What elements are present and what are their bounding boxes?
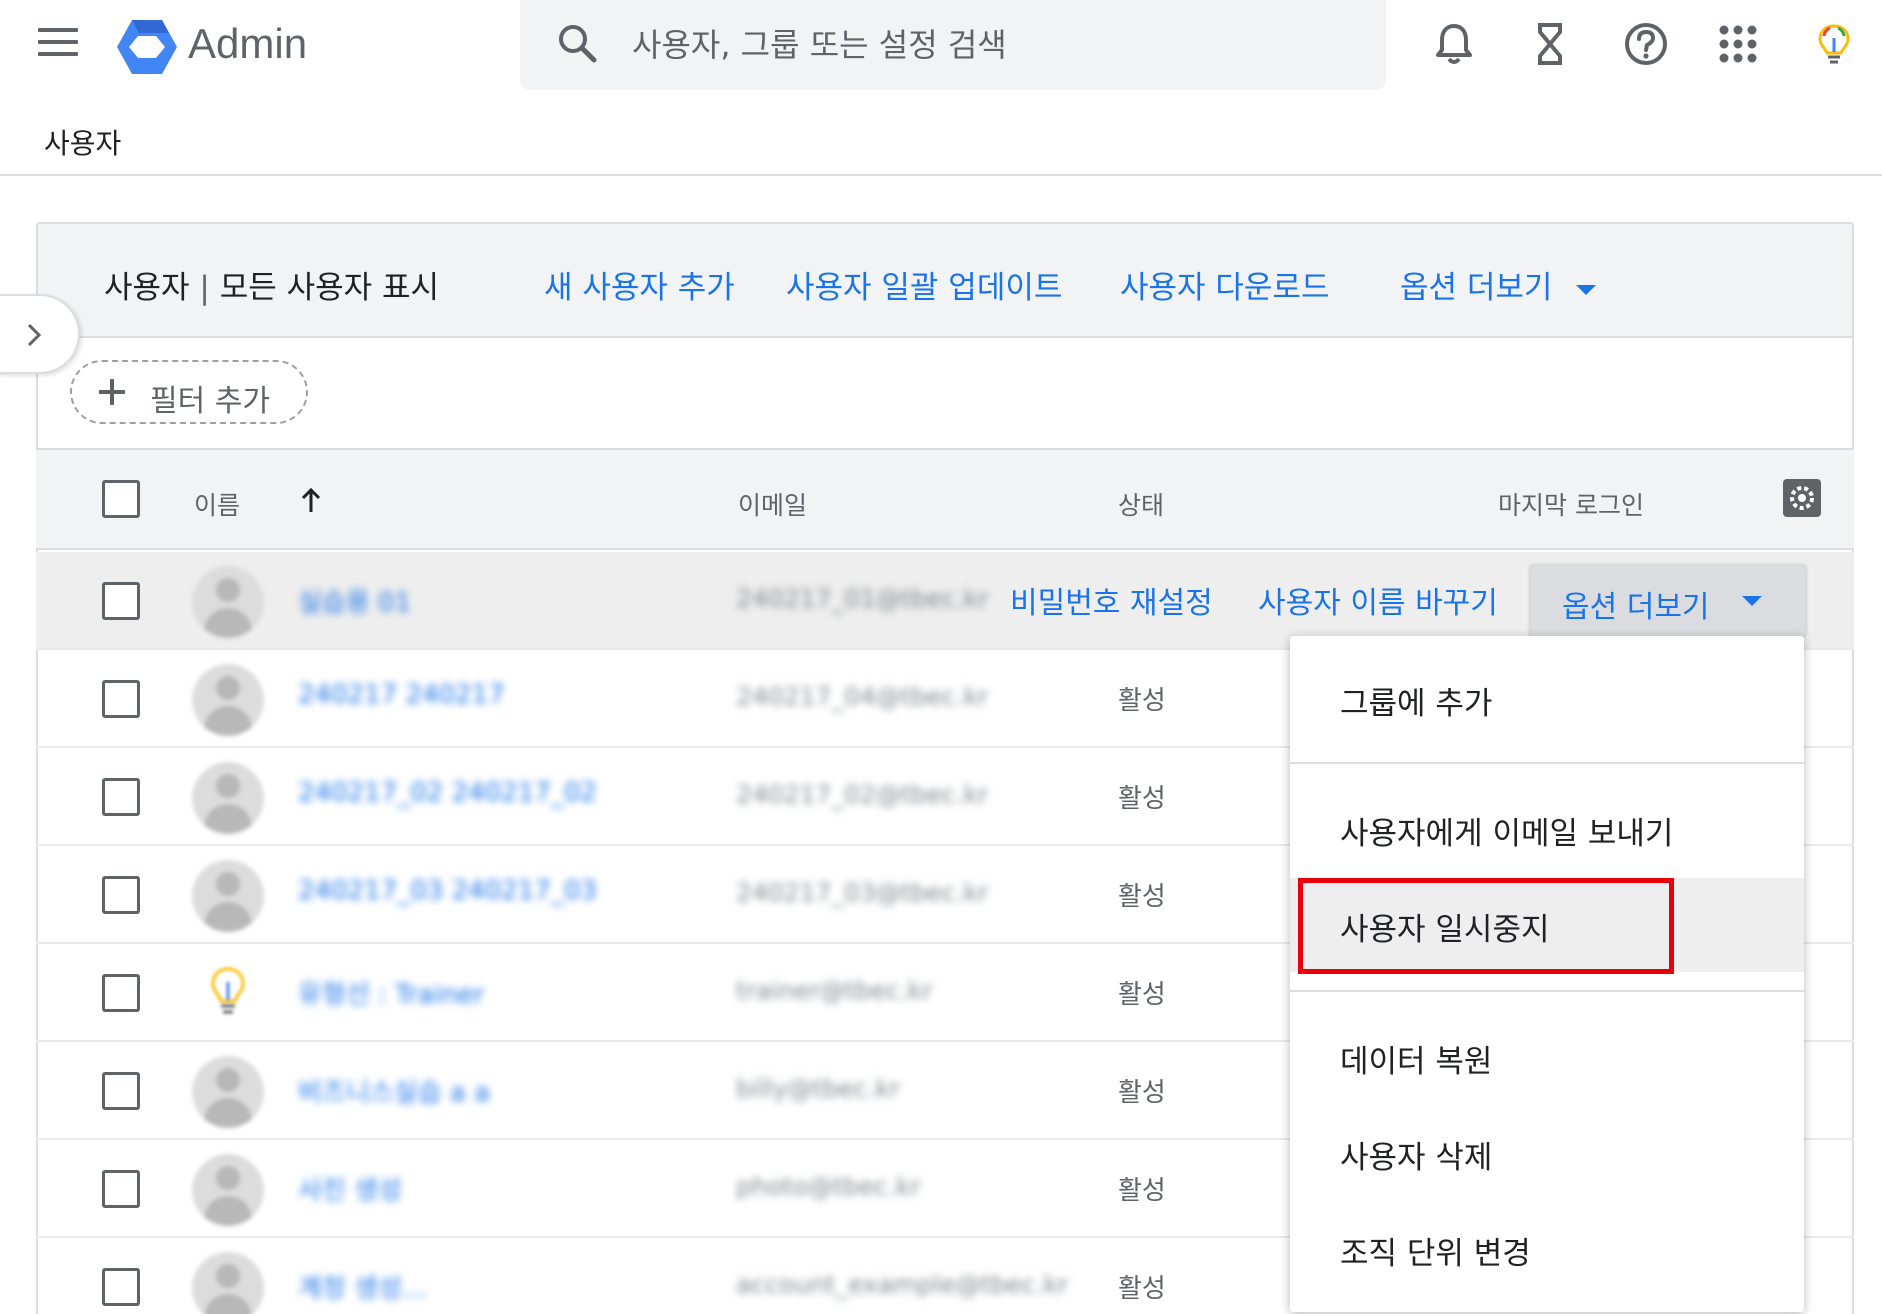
main-menu-icon[interactable] xyxy=(38,28,78,58)
avatar xyxy=(192,1154,264,1226)
user-name-link[interactable]: 실습용 01 xyxy=(298,582,411,619)
menu-item-delete-user[interactable]: 사용자 삭제 xyxy=(1290,1108,1804,1198)
search-bar[interactable] xyxy=(520,0,1386,90)
user-name-link[interactable]: 240217_02 240217_02 xyxy=(298,778,597,808)
menu-item-change-org-unit[interactable]: 조직 단위 변경 xyxy=(1290,1204,1804,1294)
reset-password-button[interactable]: 비밀번호 재설정 xyxy=(1010,578,1213,622)
user-name-link[interactable]: 240217_03 240217_03 xyxy=(298,876,597,906)
expand-panel-button[interactable] xyxy=(0,294,80,374)
avatar xyxy=(192,1056,264,1128)
add-filter-button[interactable]: 필터 추가 xyxy=(70,360,308,424)
user-name-link[interactable]: 240217 240217 xyxy=(298,680,505,710)
status-text: 활성 xyxy=(1118,1176,1166,1206)
apps-icon[interactable] xyxy=(1714,20,1762,68)
app-title: Admin xyxy=(188,20,308,67)
column-header-email[interactable]: 이메일 xyxy=(738,486,807,522)
status-text: 활성 xyxy=(1118,1078,1166,1108)
toolbar-title-sub: 모든 사용자 표시 xyxy=(219,270,440,306)
help-icon[interactable] xyxy=(1622,20,1670,68)
column-header-status[interactable]: 상태 xyxy=(1118,486,1164,522)
top-app-bar: Admin xyxy=(0,0,1882,90)
user-name-link[interactable]: 비즈니스실습 a a xyxy=(298,1072,490,1109)
avatar xyxy=(192,762,264,834)
search-input[interactable] xyxy=(632,20,1332,70)
row-checkbox[interactable] xyxy=(102,1268,140,1306)
user-email: trainer@tbec.kr xyxy=(736,976,933,1005)
select-all-checkbox[interactable] xyxy=(102,480,140,518)
add-filter-label: 필터 추가 xyxy=(150,384,270,419)
row-checkbox[interactable] xyxy=(102,1072,140,1110)
sort-ascending-icon[interactable] xyxy=(300,486,322,514)
row-more-options-label: 옵션 더보기 xyxy=(1562,590,1710,625)
row-checkbox[interactable] xyxy=(102,1170,140,1208)
status-text: 활성 xyxy=(1118,1274,1166,1304)
menu-divider xyxy=(1290,990,1804,992)
toolbar-more-options-label: 옵션 더보기 xyxy=(1400,270,1553,306)
menu-item-suspend-user[interactable]: 사용자 일시중지 xyxy=(1290,878,1804,972)
toolbar-more-options-button[interactable]: 옵션 더보기 xyxy=(1400,262,1597,307)
row-more-options-button[interactable]: 옵션 더보기 xyxy=(1530,564,1806,636)
user-email: 240217_04@tbec.kr xyxy=(736,682,989,711)
user-name-link[interactable]: 계정 생성... xyxy=(298,1268,427,1305)
more-options-menu: 그룹에 추가 사용자에게 이메일 보내기 사용자 일시중지 데이터 복원 사용자… xyxy=(1290,636,1804,1312)
rename-user-button[interactable]: 사용자 이름 바꾸기 xyxy=(1258,578,1498,622)
column-header-name[interactable]: 이름 xyxy=(194,486,240,522)
menu-item-label: 사용자에게 이메일 보내기 xyxy=(1340,816,1674,852)
menu-item-label: 데이터 복원 xyxy=(1340,1044,1493,1080)
bulk-update-button[interactable]: 사용자 일괄 업데이트 xyxy=(786,262,1062,307)
breadcrumb: 사용자 xyxy=(0,110,1882,176)
page-title: 사용자 xyxy=(44,127,122,160)
download-users-button[interactable]: 사용자 다운로드 xyxy=(1120,262,1330,307)
menu-divider xyxy=(1290,762,1804,764)
row-checkbox[interactable] xyxy=(102,680,140,718)
avatar xyxy=(192,860,264,932)
lightbulb-avatar-icon xyxy=(211,967,245,1014)
lightbulb-icon[interactable] xyxy=(1810,20,1858,68)
row-checkbox[interactable] xyxy=(102,582,140,620)
user-email: 240217_01@tbec.kr xyxy=(736,584,989,613)
users-toolbar: 사용자 | 모든 사용자 표시 새 사용자 추가 사용자 일괄 업데이트 사용자… xyxy=(38,224,1852,338)
plus-icon xyxy=(99,379,125,405)
user-email: 240217_02@tbec.kr xyxy=(736,780,989,809)
toolbar-title-main: 사용자 xyxy=(104,270,190,306)
column-header-last-login[interactable]: 마지막 로그인 xyxy=(1498,486,1644,522)
menu-item-email-user[interactable]: 사용자에게 이메일 보내기 xyxy=(1290,784,1804,874)
status-text: 활성 xyxy=(1118,686,1166,716)
table-header: 이름 이메일 상태 마지막 로그인 xyxy=(36,448,1854,550)
avatar xyxy=(192,566,264,638)
menu-item-restore-data[interactable]: 데이터 복원 xyxy=(1290,1012,1804,1102)
row-checkbox[interactable] xyxy=(102,974,140,1012)
avatar xyxy=(192,1252,264,1314)
user-name-link[interactable]: 유형선 : Trainer xyxy=(298,974,484,1011)
search-icon[interactable] xyxy=(556,22,600,66)
menu-item-label: 사용자 일시중지 xyxy=(1340,912,1550,948)
status-text: 활성 xyxy=(1118,980,1166,1010)
caret-down-icon xyxy=(1742,596,1762,606)
add-user-button[interactable]: 새 사용자 추가 xyxy=(544,262,735,307)
user-email: account_example@tbec.kr xyxy=(736,1270,1069,1299)
status-text: 활성 xyxy=(1118,784,1166,814)
chevron-right-icon xyxy=(27,323,42,347)
row-checkbox[interactable] xyxy=(102,876,140,914)
user-email: 240217_03@tbec.kr xyxy=(736,878,989,907)
user-name-link[interactable]: 사진 생성 xyxy=(298,1170,402,1207)
notifications-icon[interactable] xyxy=(1430,20,1478,68)
menu-item-label: 사용자 삭제 xyxy=(1340,1140,1493,1176)
user-email: photo@tbec.kr xyxy=(736,1172,921,1201)
avatar xyxy=(192,664,264,736)
menu-item-add-to-group[interactable]: 그룹에 추가 xyxy=(1290,654,1804,744)
toolbar-title-separator: | xyxy=(189,270,220,306)
user-email: billy@tbec.kr xyxy=(736,1074,901,1103)
hourglass-icon[interactable] xyxy=(1526,20,1574,68)
menu-item-label: 조직 단위 변경 xyxy=(1340,1236,1531,1272)
menu-item-label: 그룹에 추가 xyxy=(1340,686,1493,722)
status-text: 활성 xyxy=(1118,882,1166,912)
toolbar-title: 사용자 | 모든 사용자 표시 xyxy=(104,262,439,307)
gear-icon[interactable] xyxy=(1782,478,1822,518)
caret-down-icon xyxy=(1576,284,1597,295)
row-checkbox[interactable] xyxy=(102,778,140,816)
admin-logo-icon[interactable] xyxy=(116,18,178,76)
